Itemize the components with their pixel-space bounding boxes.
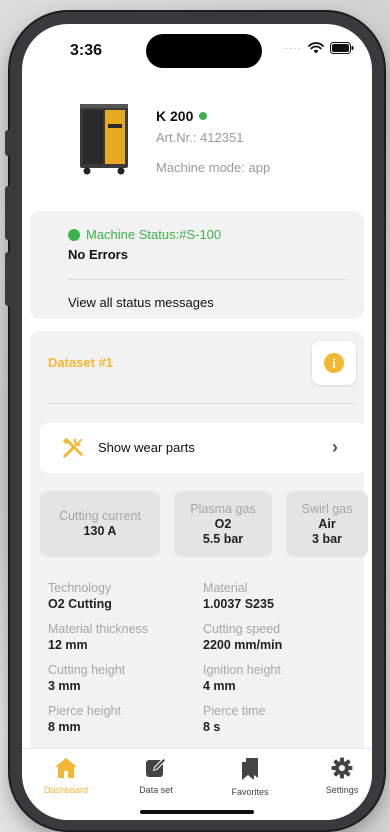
detail-material-thickness: Material thickness 12 mm <box>48 622 198 653</box>
detail-label: Ignition height <box>203 663 281 677</box>
param-value: O2 <box>214 516 232 531</box>
detail-value: O2 Cutting <box>48 597 112 611</box>
chevron-right-icon: › <box>332 437 338 457</box>
detail-label: Technology <box>48 581 112 595</box>
detail-ignition-height: Ignition height 4 mm <box>203 663 353 694</box>
detail-label: Cutting speed <box>203 622 281 636</box>
detail-pierce-time: Pierce time 8 s <box>203 704 353 735</box>
volume-down-button <box>5 252 11 306</box>
detail-value: 8 mm <box>48 720 81 734</box>
machine-image <box>80 104 128 175</box>
detail-value: 4 mm <box>203 679 236 693</box>
param-value-secondary: 3 bar <box>312 531 342 546</box>
status-icons: ···· <box>285 42 354 54</box>
tab-settings[interactable]: Settings <box>302 757 372 795</box>
param-label: Plasma gas <box>190 501 256 516</box>
status-time: 3:36 <box>70 42 103 59</box>
machine-mode: Machine mode: app <box>156 160 271 175</box>
tab-label: Dashboard <box>43 785 89 795</box>
tab-label: Settings <box>325 785 359 795</box>
detail-value: 1.0037 S235 <box>203 597 274 611</box>
dataset-title: Dataset #1 <box>48 355 114 370</box>
detail-material: Material 1.0037 S235 <box>203 581 353 612</box>
dataset-card: Dataset #1 i Show wear parts › Cutting c… <box>30 331 368 771</box>
param-label: Cutting current <box>59 509 141 523</box>
detail-pierce-height: Pierce height 8 mm <box>48 704 198 735</box>
wifi-icon <box>308 42 324 54</box>
dataset-info-button[interactable]: i <box>312 341 356 385</box>
detail-value: 2200 mm/min <box>203 638 283 652</box>
mute-switch <box>5 130 11 156</box>
detail-label: Material <box>203 581 248 595</box>
param-label: Swirl gas <box>301 501 353 516</box>
dataset-divider <box>48 403 356 404</box>
detail-cutting-speed: Cutting speed 2200 mm/min <box>203 622 353 653</box>
machine-online-indicator <box>199 112 208 120</box>
dynamic-island <box>146 34 262 68</box>
bottom-tab-bar: Dashboard Data set Favorites Settings <box>22 748 372 820</box>
tab-label: Favorites <box>231 787 269 797</box>
article-number: Art.Nr.: 412351 <box>156 130 244 145</box>
machine-header: K 200 Art.Nr.: 412351 Machine mode: app <box>22 94 372 204</box>
tools-icon <box>62 437 83 458</box>
view-all-status-link[interactable]: View all status messages <box>68 295 214 310</box>
param-plasma-gas: Plasma gas O2 5.5 bar <box>174 491 272 557</box>
bookmark-icon <box>242 758 258 780</box>
machine-name-row: K 200 <box>156 108 208 124</box>
error-summary: No Errors <box>68 247 128 262</box>
detail-value: 12 mm <box>48 638 88 652</box>
param-value-secondary: 5.5 bar <box>202 531 244 546</box>
detail-label: Pierce time <box>203 704 266 718</box>
show-wear-parts-button[interactable]: Show wear parts › <box>40 423 368 473</box>
detail-value: 8 s <box>203 720 221 734</box>
detail-label: Cutting height <box>48 663 126 677</box>
home-icon <box>55 758 77 778</box>
detail-label: Material thickness <box>48 622 149 636</box>
signal-icon: ···· <box>284 42 302 54</box>
param-value: Air <box>318 516 336 531</box>
edit-icon <box>146 758 166 777</box>
status-divider <box>68 279 346 280</box>
machine-status-card: Machine Status:#S-100 No Errors View all… <box>30 211 364 319</box>
wear-parts-label: Show wear parts <box>98 440 195 455</box>
detail-value: 3 mm <box>48 679 81 693</box>
tab-favorites[interactable]: Favorites <box>210 757 290 797</box>
param-value: 130 A <box>83 524 117 538</box>
machine-status-row: Machine Status:#S-100 <box>68 227 221 242</box>
param-swirl-gas: Swirl gas Air 3 bar <box>286 491 368 557</box>
home-indicator <box>140 810 254 814</box>
tab-dashboard[interactable]: Dashboard <box>26 757 106 795</box>
app-screen: 3:36 ···· K 200 Art.Nr.: 412351 Machine … <box>22 24 372 820</box>
detail-cutting-height: Cutting height 3 mm <box>48 663 198 694</box>
status-bar: 3:36 ···· <box>22 24 372 76</box>
volume-up-button <box>5 186 11 240</box>
status-ok-indicator <box>68 228 80 241</box>
tab-data-set[interactable]: Data set <box>116 757 196 795</box>
machine-status-title: Machine Status:#S-100 <box>86 227 222 242</box>
gear-icon <box>331 757 353 779</box>
detail-technology: Technology O2 Cutting <box>48 581 198 612</box>
tab-label: Data set <box>139 785 173 795</box>
machine-name: K 200 <box>156 108 194 124</box>
info-icon: i <box>324 353 344 373</box>
detail-label: Pierce height <box>48 704 121 718</box>
param-cutting-current: Cutting current 130 A <box>40 491 160 557</box>
battery-icon <box>330 42 354 54</box>
